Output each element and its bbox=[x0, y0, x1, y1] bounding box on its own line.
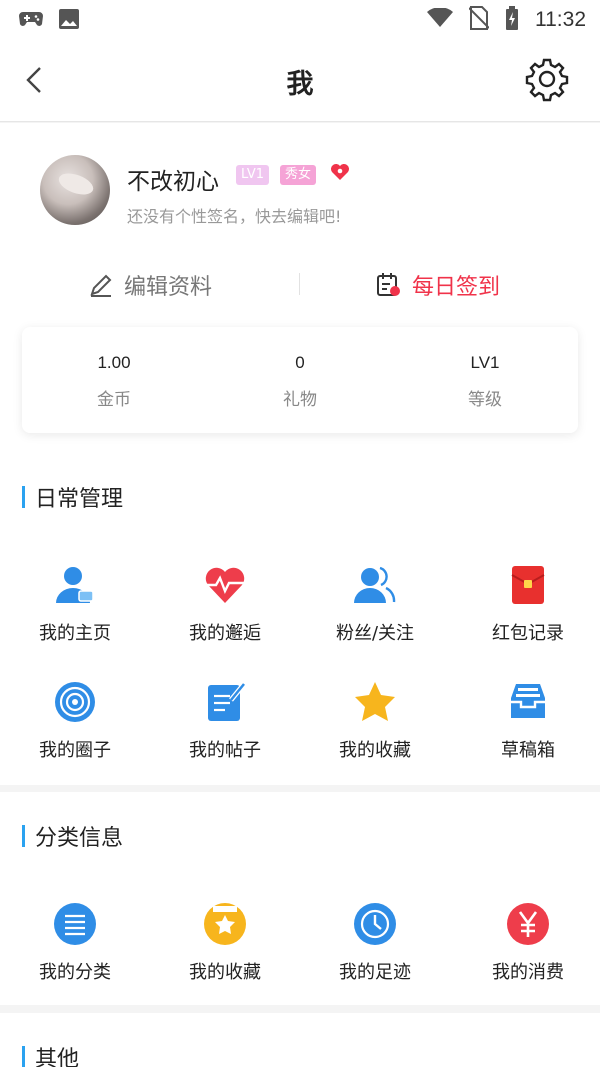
list-icon bbox=[53, 902, 97, 946]
grid-item-label: 我的分类 bbox=[39, 962, 111, 983]
grid-item-my-encounters[interactable]: 我的邂逅 bbox=[150, 563, 300, 645]
stat-coins[interactable]: 1.00 金币 bbox=[44, 353, 184, 410]
star-icon bbox=[353, 680, 397, 724]
section-title-daily: 日常管理 bbox=[22, 481, 123, 513]
stat-label: 礼物 bbox=[283, 390, 317, 410]
section-title-text: 分类信息 bbox=[35, 826, 124, 851]
stat-value: LV1 bbox=[470, 353, 500, 372]
pencil-icon bbox=[90, 274, 112, 297]
wifi-icon bbox=[427, 7, 453, 32]
grid-item-my-favorites[interactable]: 我的收藏 bbox=[300, 680, 450, 762]
red-packet-icon bbox=[506, 563, 550, 607]
grid-item-my-posts[interactable]: 我的帖子 bbox=[150, 680, 300, 762]
grid-item-my-homepage[interactable]: 我的主页 bbox=[0, 563, 150, 645]
gender-badge: 秀女 bbox=[280, 165, 317, 185]
grid-item-label: 红包记录 bbox=[492, 623, 564, 644]
grid-item-label: 我的邂逅 bbox=[189, 623, 261, 644]
section-title-category: 分类信息 bbox=[22, 820, 123, 852]
page-title: 我 bbox=[286, 69, 314, 100]
section-accent-bar bbox=[22, 1046, 25, 1067]
section-accent-bar bbox=[22, 486, 25, 508]
clock-time: 11:32 bbox=[535, 8, 586, 31]
drafts-icon bbox=[506, 680, 550, 724]
grid-item-red-packets[interactable]: 红包记录 bbox=[453, 563, 600, 645]
heart-icon bbox=[330, 163, 350, 185]
grid-item-label: 我的消费 bbox=[492, 962, 564, 983]
settings-button[interactable] bbox=[524, 56, 570, 102]
section-title-text: 其他 bbox=[35, 1047, 80, 1067]
yuan-icon bbox=[506, 902, 550, 946]
grid-item-fans-follow[interactable]: 粉丝/关注 bbox=[300, 563, 450, 645]
avatar[interactable] bbox=[40, 155, 110, 225]
grid-item-label: 我的帖子 bbox=[189, 740, 261, 761]
post-icon bbox=[203, 680, 247, 724]
stats-card: 1.00 金币 0 礼物 LV1 等级 bbox=[22, 327, 578, 433]
edit-profile-label: 编辑资料 bbox=[124, 275, 213, 300]
section-title-text: 日常管理 bbox=[35, 487, 124, 512]
username: 不改初心 bbox=[127, 169, 219, 195]
grid-item-my-spending[interactable]: 我的消费 bbox=[453, 902, 600, 984]
grid-item-label: 我的收藏 bbox=[339, 740, 411, 761]
status-bar: 11:32 bbox=[0, 0, 600, 40]
edit-profile-button[interactable]: 编辑资料 bbox=[88, 263, 212, 307]
stat-gifts[interactable]: 0 礼物 bbox=[230, 353, 370, 410]
profile-panel: 不改初心 LV1 秀女 还没有个性签名，快去编辑吧! 编辑资料 每日签到 1.0… bbox=[0, 123, 600, 785]
grid-item-drafts[interactable]: 草稿箱 bbox=[453, 680, 600, 762]
grid-item-label: 我的足迹 bbox=[339, 962, 411, 983]
stat-value: 1.00 bbox=[97, 353, 131, 372]
stat-label: 金币 bbox=[97, 390, 131, 410]
fans-icon bbox=[353, 563, 397, 607]
profile-actions: 编辑资料 每日签到 bbox=[0, 263, 600, 307]
stat-level[interactable]: LV1 等级 bbox=[415, 353, 555, 410]
grid-item-label: 草稿箱 bbox=[501, 740, 555, 761]
level-badge: LV1 bbox=[236, 165, 269, 185]
clock-icon bbox=[353, 902, 397, 946]
grid-item-my-categories[interactable]: 我的分类 bbox=[0, 902, 150, 984]
gamepad-icon bbox=[18, 10, 44, 32]
divider bbox=[299, 273, 300, 295]
user-home-icon bbox=[53, 563, 97, 607]
image-icon bbox=[58, 8, 80, 34]
stat-label: 等级 bbox=[468, 390, 502, 410]
calendar-check-icon bbox=[377, 273, 400, 296]
grid-item-label: 我的收藏 bbox=[189, 962, 261, 983]
app-header: 我 bbox=[0, 40, 600, 122]
favorite-icon bbox=[203, 902, 247, 946]
battery-icon bbox=[505, 6, 519, 34]
signature-text: 还没有个性签名，快去编辑吧! bbox=[127, 207, 342, 226]
grid-item-my-footprints[interactable]: 我的足迹 bbox=[300, 902, 450, 984]
daily-checkin-button[interactable]: 每日签到 bbox=[376, 263, 500, 307]
grid-item-label: 粉丝/关注 bbox=[335, 623, 415, 644]
circle-icon bbox=[53, 680, 97, 724]
no-sim-icon bbox=[468, 6, 490, 34]
grid-item-my-collection[interactable]: 我的收藏 bbox=[150, 902, 300, 984]
daily-checkin-label: 每日签到 bbox=[412, 275, 501, 300]
section-accent-bar bbox=[22, 825, 25, 847]
grid-item-label: 我的圈子 bbox=[39, 740, 111, 761]
stat-value: 0 bbox=[295, 353, 305, 372]
grid-item-my-circles[interactable]: 我的圈子 bbox=[0, 680, 150, 762]
gear-icon bbox=[525, 58, 569, 102]
section-title-other: 其他 bbox=[22, 1041, 79, 1067]
heartbeat-icon bbox=[203, 563, 247, 607]
other-panel: 其他 bbox=[0, 1013, 600, 1067]
category-panel: 分类信息 我的分类 我的收藏 我的足迹 我的消费 bbox=[0, 792, 600, 1005]
grid-item-label: 我的主页 bbox=[39, 623, 111, 644]
